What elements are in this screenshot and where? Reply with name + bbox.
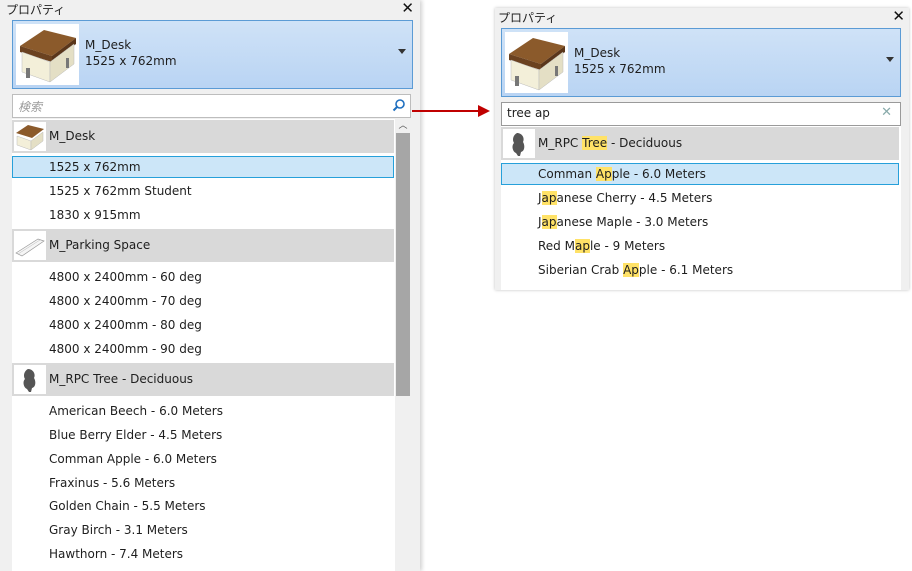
type-selector[interactable]: M_Desk 1525 x 762mm (501, 28, 901, 97)
list-item-label: 4800 x 2400mm - 60 deg (49, 270, 202, 284)
desk-icon (16, 24, 79, 85)
group-label: M_RPC Tree - Deciduous (538, 136, 683, 150)
properties-panel-after: プロパティ ✕ M_Desk 1525 x 762mm tree ap ✕ M_… (495, 7, 909, 290)
list-item[interactable]: 4800 x 2400mm - 90 deg (12, 338, 394, 360)
panel-title: プロパティ (6, 3, 66, 17)
list-item[interactable]: Fraxinus - 5.6 Meters (12, 472, 394, 494)
panel-title: プロパティ (498, 11, 558, 25)
group-header: M_RPC Tree - Deciduous (501, 127, 899, 160)
list-item[interactable]: Blue Berry Elder - 4.5 Meters (12, 424, 394, 446)
search-icon[interactable] (392, 98, 406, 115)
group-header: M_Desk (12, 120, 394, 153)
list-item-label: Siberian Crab Apple - 6.1 Meters (538, 263, 734, 277)
list-item[interactable]: 4800 x 2400mm - 60 deg (12, 266, 394, 288)
group-header: M_Parking Space (12, 229, 394, 262)
desk-icon (505, 32, 568, 93)
parking-space-icon (14, 231, 46, 260)
list-item[interactable]: Hawthorn - 7.4 Meters (12, 543, 394, 565)
list-item-label: 4800 x 2400mm - 80 deg (49, 318, 202, 332)
list-item[interactable]: Comman Apple - 6.0 Meters (501, 163, 899, 185)
list-item[interactable]: 1525 x 762mm Student (12, 180, 394, 202)
search-input[interactable]: 検索 (18, 98, 42, 115)
list-item[interactable]: 1830 x 915mm (12, 204, 394, 226)
list-item-label: Comman Apple - 6.0 Meters (49, 452, 217, 466)
properties-panel-before: プロパティ ✕ M_Desk 1525 x 762mm 検索 M_Desk 15… (0, 0, 420, 571)
title-bar: プロパティ ✕ (0, 0, 420, 17)
list-item-label: Golden Chain - 5.5 Meters (49, 499, 206, 513)
list-item-label: Blue Berry Elder - 4.5 Meters (49, 428, 223, 442)
type-name: M_Desk (574, 46, 621, 60)
clear-icon[interactable]: ✕ (881, 105, 892, 120)
chevron-down-icon[interactable] (398, 49, 406, 54)
chevron-down-icon[interactable] (886, 57, 894, 62)
type-size: 1525 x 762mm (85, 54, 177, 68)
list-item-label: Japanese Cherry - 4.5 Meters (538, 191, 713, 205)
scrollbar[interactable]: ︿ (395, 119, 411, 571)
list-item-label: 4800 x 2400mm - 90 deg (49, 342, 202, 356)
list-item[interactable]: 1525 x 762mm (12, 156, 394, 178)
scrollbar-thumb[interactable] (396, 133, 410, 396)
arrow-right-icon (412, 105, 490, 117)
group-label: M_Parking Space (49, 238, 151, 252)
group-label: M_RPC Tree - Deciduous (49, 372, 194, 386)
list-item-label: Red Maple - 9 Meters (538, 239, 666, 253)
list-item-label: 4800 x 2400mm - 70 deg (49, 294, 202, 308)
type-selector[interactable]: M_Desk 1525 x 762mm (12, 20, 413, 89)
list-item-label: Gray Birch - 3.1 Meters (49, 523, 188, 537)
search-input[interactable]: tree ap (507, 106, 550, 120)
list-item[interactable]: Gray Birch - 3.1 Meters (12, 519, 394, 541)
type-list: M_Desk 1525 x 762mm 1525 x 762mm Student… (12, 119, 395, 571)
list-item[interactable]: American Beech - 6.0 Meters (12, 400, 394, 422)
list-item-label: American Beech - 6.0 Meters (49, 404, 223, 418)
list-item[interactable]: Golden Chain - 5.5 Meters (12, 495, 394, 517)
search-results-list: M_RPC Tree - Deciduous Comman Apple - 6.… (501, 126, 901, 290)
list-item-label: Fraxinus - 5.6 Meters (49, 476, 176, 490)
list-item-label: Comman Apple - 6.0 Meters (538, 167, 706, 181)
tree-icon (503, 129, 535, 158)
type-name: M_Desk (85, 38, 132, 52)
list-item[interactable]: Japanese Cherry - 4.5 Meters (501, 187, 899, 209)
list-item-label: 1525 x 762mm Student (49, 184, 192, 198)
type-size: 1525 x 762mm (574, 62, 666, 76)
list-item[interactable]: 4800 x 2400mm - 80 deg (12, 314, 394, 336)
group-label: M_Desk (49, 129, 96, 143)
desk-icon (14, 122, 46, 151)
tree-icon (14, 365, 46, 394)
list-item[interactable]: Comman Apple - 6.0 Meters (12, 448, 394, 470)
list-item-label: Hawthorn - 7.4 Meters (49, 547, 184, 561)
search-field[interactable]: tree ap ✕ (501, 102, 901, 126)
list-item[interactable]: 4800 x 2400mm - 70 deg (12, 290, 394, 312)
list-item-label: Japanese Maple - 3.0 Meters (538, 215, 709, 229)
list-item-label: 1830 x 915mm (49, 208, 141, 222)
list-item[interactable]: Red Maple - 9 Meters (501, 235, 899, 257)
close-icon[interactable]: ✕ (401, 0, 414, 17)
search-field[interactable]: 検索 (12, 94, 411, 118)
close-icon[interactable]: ✕ (892, 7, 905, 25)
group-header: M_RPC Tree - Deciduous (12, 363, 394, 396)
chevron-up-icon[interactable]: ︿ (395, 119, 411, 133)
title-bar: プロパティ ✕ (495, 7, 909, 25)
list-item[interactable]: Siberian Crab Apple - 6.1 Meters (501, 259, 899, 281)
list-item-label: 1525 x 762mm (49, 160, 141, 174)
list-item[interactable]: Japanese Maple - 3.0 Meters (501, 211, 899, 233)
